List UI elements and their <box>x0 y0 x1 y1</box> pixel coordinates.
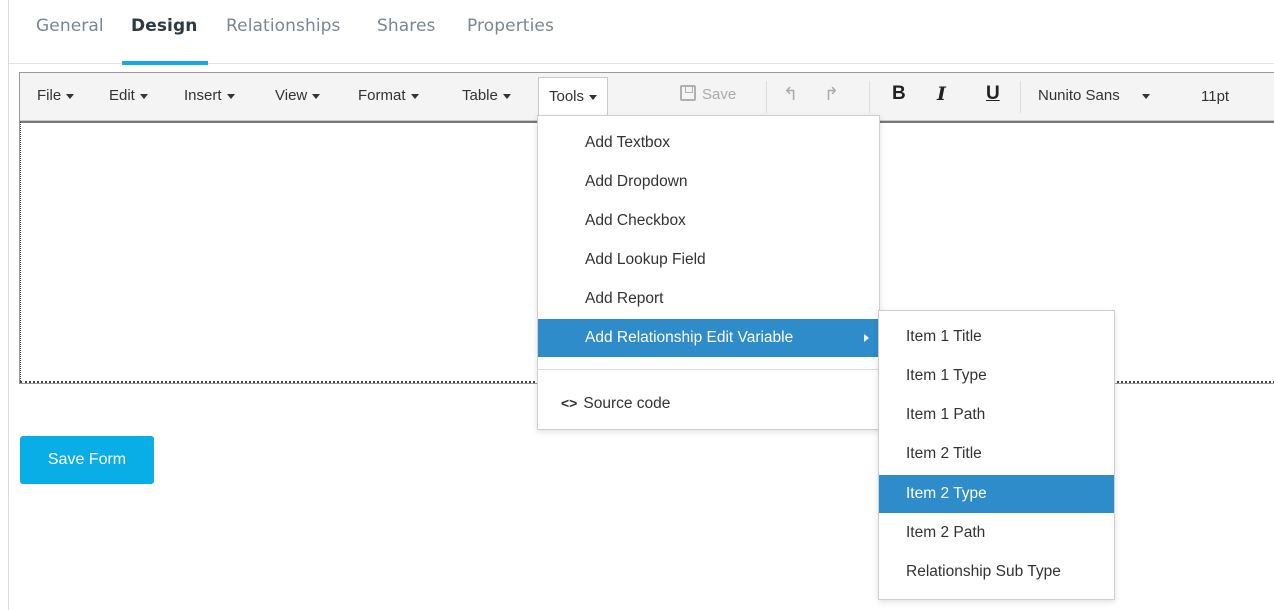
menu-table-label: Table <box>462 87 498 104</box>
menu-item-label: Add Relationship Edit Variable <box>585 329 794 346</box>
toolbar-separator <box>766 81 767 113</box>
menu-view[interactable]: View <box>275 87 321 104</box>
undo-icon[interactable]: ↰ <box>783 84 798 105</box>
submenu-item-relationship-sub-type[interactable]: Relationship Sub Type <box>879 553 1114 591</box>
save-button-label: Save <box>702 86 737 103</box>
tools-dropdown-menu: Add Textbox Add Dropdown Add Checkbox Ad… <box>537 115 880 430</box>
save-button[interactable]: Save <box>680 85 736 103</box>
tab-bar: General Design Relationships Shares Prop… <box>9 0 1274 65</box>
code-icon: <> <box>561 395 578 411</box>
submenu-item-item-2-type[interactable]: Item 2 Type <box>879 475 1114 513</box>
submenu-item-item-1-path[interactable]: Item 1 Path <box>879 396 1114 434</box>
menu-item-add-report[interactable]: Add Report <box>538 280 879 318</box>
menu-view-label: View <box>275 87 308 104</box>
chevron-down-icon <box>66 93 75 99</box>
menu-edit[interactable]: Edit <box>109 87 148 104</box>
submenu-item-item-2-title[interactable]: Item 2 Title <box>879 435 1114 473</box>
redo-icon[interactable]: ↱ <box>824 84 839 105</box>
chevron-down-icon <box>312 93 321 99</box>
menu-table[interactable]: Table <box>462 87 511 104</box>
menu-item-label: Source code <box>583 395 671 412</box>
active-tab-indicator <box>122 61 208 65</box>
menu-tools-label: Tools <box>549 88 585 105</box>
font-size-select[interactable]: 11pt <box>1201 88 1229 105</box>
menu-format[interactable]: Format <box>358 87 419 104</box>
relationship-variable-submenu: Item 1 Title Item 1 Type Item 1 Path Ite… <box>878 310 1115 600</box>
menu-divider <box>538 369 879 370</box>
menu-file[interactable]: File <box>37 87 75 104</box>
menu-item-add-dropdown[interactable]: Add Dropdown <box>538 163 879 201</box>
tab-properties[interactable]: Properties <box>467 16 554 36</box>
floppy-disk-icon <box>680 85 696 101</box>
bold-button[interactable]: B <box>892 83 906 105</box>
chevron-down-icon <box>1141 93 1150 99</box>
font-family-select[interactable]: Nunito Sans <box>1038 87 1150 104</box>
menu-item-add-textbox[interactable]: Add Textbox <box>538 124 879 162</box>
submenu-item-item-1-title[interactable]: Item 1 Title <box>879 318 1114 356</box>
chevron-down-icon <box>226 93 235 99</box>
chevron-down-icon <box>502 93 511 99</box>
tab-design[interactable]: Design <box>131 16 197 36</box>
menu-item-add-checkbox[interactable]: Add Checkbox <box>538 202 879 240</box>
chevron-right-icon <box>864 334 869 342</box>
chevron-down-icon <box>139 93 148 99</box>
menu-insert-label: Insert <box>184 87 222 104</box>
underline-button[interactable]: U <box>986 83 1000 105</box>
italic-button[interactable]: I <box>937 83 946 105</box>
editor-toolbar: File Edit Insert View Format Table Tools… <box>20 73 1274 121</box>
menu-format-label: Format <box>358 87 406 104</box>
tab-general[interactable]: General <box>36 16 104 36</box>
form-designer: General Design Relationships Shares Prop… <box>8 0 1274 610</box>
menu-edit-label: Edit <box>109 87 135 104</box>
font-family-value: Nunito Sans <box>1038 87 1120 104</box>
submenu-item-item-2-path[interactable]: Item 2 Path <box>879 514 1114 552</box>
toolbar-separator <box>1020 81 1021 113</box>
menu-tools[interactable]: Tools <box>538 77 609 117</box>
menu-file-label: File <box>37 87 62 104</box>
menu-item-add-lookup-field[interactable]: Add Lookup Field <box>538 241 879 279</box>
menu-insert[interactable]: Insert <box>184 87 235 104</box>
toolbar-separator <box>869 81 870 113</box>
save-form-button[interactable]: Save Form <box>20 436 154 484</box>
tab-shares[interactable]: Shares <box>377 16 436 36</box>
tab-relationships[interactable]: Relationships <box>226 16 341 36</box>
menu-item-add-relationship-edit-variable[interactable]: Add Relationship Edit Variable <box>538 319 879 357</box>
chevron-down-icon <box>410 93 419 99</box>
chevron-down-icon <box>589 94 598 100</box>
menu-item-source-code[interactable]: <> Source code <box>538 384 879 422</box>
submenu-item-item-1-type[interactable]: Item 1 Type <box>879 357 1114 395</box>
